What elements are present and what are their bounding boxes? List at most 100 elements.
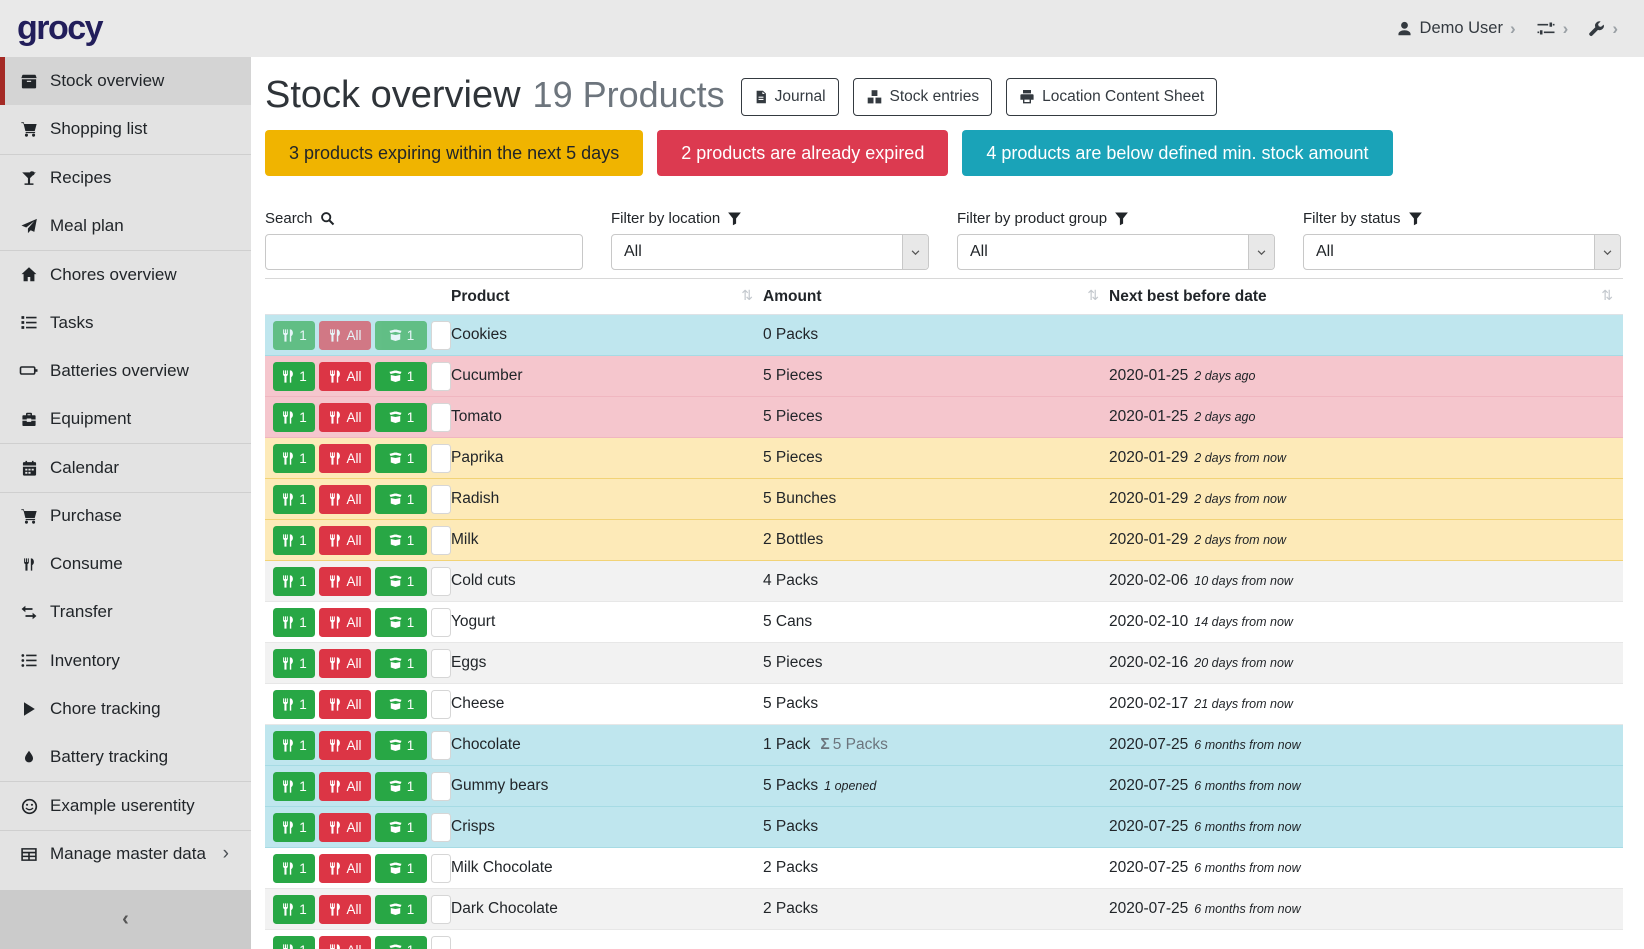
sort-icon[interactable]: ⇅ xyxy=(1087,288,1099,304)
consume-all-button[interactable]: All xyxy=(319,895,371,924)
sidebar-item-equipment[interactable]: Equipment xyxy=(0,395,251,443)
row-menu-button[interactable] xyxy=(431,690,451,719)
sort-icon[interactable]: ⇅ xyxy=(1601,288,1613,304)
danger-banner[interactable]: 2 products are already expired xyxy=(657,130,948,176)
open-one-button[interactable]: 1 xyxy=(375,854,427,883)
consume-one-button[interactable]: 1 xyxy=(273,485,315,514)
consume-one-button[interactable]: 1 xyxy=(273,608,315,637)
open-one-button[interactable]: 1 xyxy=(375,321,427,350)
status-select[interactable]: All xyxy=(1303,234,1621,270)
sidebar-item-inventory[interactable]: Inventory xyxy=(0,637,251,685)
open-one-button[interactable]: 1 xyxy=(375,690,427,719)
sidebar-item-manage-master-data[interactable]: Manage master data› xyxy=(0,830,251,878)
open-one-button[interactable]: 1 xyxy=(375,485,427,514)
consume-one-button[interactable]: 1 xyxy=(273,362,315,391)
product-cell[interactable]: Cold cuts xyxy=(451,561,763,602)
open-one-button[interactable]: 1 xyxy=(375,444,427,473)
product-cell[interactable]: Milk Chocolate xyxy=(451,848,763,889)
open-one-button[interactable]: 1 xyxy=(375,813,427,842)
product-cell[interactable]: Cheese xyxy=(451,684,763,725)
sidebar-item-battery-tracking[interactable]: Battery tracking xyxy=(0,733,251,781)
settings-menu[interactable]: › xyxy=(1536,20,1569,37)
open-one-button[interactable]: 1 xyxy=(375,731,427,760)
consume-all-button[interactable]: All xyxy=(319,321,371,350)
sidebar-item-consume[interactable]: Consume xyxy=(0,540,251,588)
consume-one-button[interactable]: 1 xyxy=(273,936,315,949)
consume-all-button[interactable]: All xyxy=(319,362,371,391)
consume-all-button[interactable]: All xyxy=(319,485,371,514)
journal-button[interactable]: Journal xyxy=(741,78,839,116)
consume-one-button[interactable]: 1 xyxy=(273,813,315,842)
consume-all-button[interactable]: All xyxy=(319,526,371,555)
consume-all-button[interactable]: All xyxy=(319,567,371,596)
product-cell[interactable]: Cookies xyxy=(451,315,763,356)
sidebar-item-batteries-overview[interactable]: Batteries overview xyxy=(0,347,251,395)
row-menu-button[interactable] xyxy=(431,362,451,391)
product-cell[interactable]: Cucumber xyxy=(451,356,763,397)
open-one-button[interactable]: 1 xyxy=(375,936,427,949)
open-one-button[interactable]: 1 xyxy=(375,526,427,555)
sidebar-item-chores-overview[interactable]: Chores overview xyxy=(0,250,251,298)
sidebar-item-chore-tracking[interactable]: Chore tracking xyxy=(0,685,251,733)
consume-one-button[interactable]: 1 xyxy=(273,854,315,883)
open-one-button[interactable]: 1 xyxy=(375,567,427,596)
product-cell[interactable]: Gummy bears xyxy=(451,766,763,807)
row-menu-button[interactable] xyxy=(431,403,451,432)
search-input[interactable] xyxy=(265,234,583,270)
consume-all-button[interactable]: All xyxy=(319,649,371,678)
open-one-button[interactable]: 1 xyxy=(375,403,427,432)
row-menu-button[interactable] xyxy=(431,526,451,555)
row-menu-button[interactable] xyxy=(431,567,451,596)
sidebar-item-transfer[interactable]: Transfer xyxy=(0,588,251,636)
consume-one-button[interactable]: 1 xyxy=(273,690,315,719)
consume-all-button[interactable]: All xyxy=(319,444,371,473)
row-menu-button[interactable] xyxy=(431,321,451,350)
sort-icon[interactable]: ⇅ xyxy=(741,288,753,304)
consume-all-button[interactable]: All xyxy=(319,854,371,883)
row-menu-button[interactable] xyxy=(431,895,451,924)
product-cell[interactable]: Chocolate xyxy=(451,725,763,766)
sidebar-item-stock-overview[interactable]: Stock overview xyxy=(0,57,251,105)
row-menu-button[interactable] xyxy=(431,649,451,678)
admin-tools-menu[interactable]: › xyxy=(1588,20,1618,37)
consume-one-button[interactable]: 1 xyxy=(273,526,315,555)
product-cell[interactable]: Dark Chocolate xyxy=(451,889,763,930)
consume-all-button[interactable]: All xyxy=(319,813,371,842)
info-banner[interactable]: 4 products are below defined min. stock … xyxy=(962,130,1392,176)
consume-one-button[interactable]: 1 xyxy=(273,567,315,596)
row-menu-button[interactable] xyxy=(431,936,451,949)
sidebar-collapse-button[interactable]: ‹ xyxy=(0,890,251,949)
sidebar-item-calendar[interactable]: Calendar xyxy=(0,443,251,491)
row-menu-button[interactable] xyxy=(431,444,451,473)
open-one-button[interactable]: 1 xyxy=(375,608,427,637)
row-menu-button[interactable] xyxy=(431,813,451,842)
warning-banner[interactable]: 3 products expiring within the next 5 da… xyxy=(265,130,643,176)
consume-one-button[interactable]: 1 xyxy=(273,321,315,350)
consume-all-button[interactable]: All xyxy=(319,731,371,760)
product-cell[interactable]: Crisps xyxy=(451,807,763,848)
open-one-button[interactable]: 1 xyxy=(375,895,427,924)
app-logo[interactable]: grocy xyxy=(17,9,102,48)
consume-all-button[interactable]: All xyxy=(319,690,371,719)
consume-all-button[interactable]: All xyxy=(319,936,371,949)
open-one-button[interactable]: 1 xyxy=(375,362,427,391)
consume-one-button[interactable]: 1 xyxy=(273,403,315,432)
row-menu-button[interactable] xyxy=(431,731,451,760)
sidebar-item-meal-plan[interactable]: Meal plan xyxy=(0,202,251,250)
product-group-select[interactable]: All xyxy=(957,234,1275,270)
row-menu-button[interactable] xyxy=(431,854,451,883)
product-cell[interactable]: Milk xyxy=(451,520,763,561)
sidebar-item-tasks[interactable]: Tasks xyxy=(0,298,251,346)
product-cell[interactable]: Radish xyxy=(451,479,763,520)
row-menu-button[interactable] xyxy=(431,608,451,637)
product-cell[interactable]: Tomato xyxy=(451,397,763,438)
consume-one-button[interactable]: 1 xyxy=(273,649,315,678)
sidebar-item-purchase[interactable]: Purchase xyxy=(0,492,251,540)
location-select[interactable]: All xyxy=(611,234,929,270)
product-column-header[interactable]: Product ⇅ xyxy=(451,279,763,315)
sidebar-item-recipes[interactable]: Recipes xyxy=(0,154,251,202)
product-cell[interactable]: Eggs xyxy=(451,643,763,684)
consume-one-button[interactable]: 1 xyxy=(273,772,315,801)
sidebar-item-example-userentity[interactable]: Example userentity xyxy=(0,781,251,829)
open-one-button[interactable]: 1 xyxy=(375,649,427,678)
